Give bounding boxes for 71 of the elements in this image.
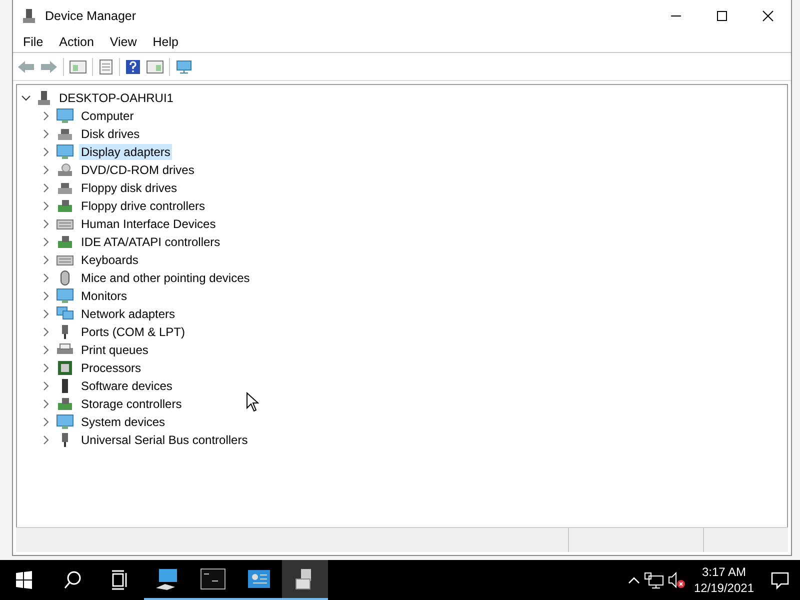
tree-item[interactable]: Software devices bbox=[79, 378, 174, 394]
tree-item[interactable]: Ports (COM & LPT) bbox=[79, 324, 188, 340]
mouse-pointer-icon bbox=[246, 392, 259, 412]
expand-chevron-icon[interactable] bbox=[41, 129, 51, 139]
expand-chevron-icon[interactable] bbox=[41, 345, 51, 355]
tree-item[interactable]: Processors bbox=[79, 360, 144, 376]
tree-item[interactable]: Network adapters bbox=[79, 306, 178, 322]
monitor-icon bbox=[56, 414, 74, 430]
expand-chevron-icon[interactable] bbox=[41, 327, 51, 337]
clock-date[interactable]: 12/19/2021 bbox=[694, 580, 754, 596]
menu-item[interactable]: Action bbox=[53, 34, 100, 48]
properties-icon[interactable] bbox=[98, 58, 114, 74]
expand-chevron-icon[interactable] bbox=[41, 435, 51, 445]
disc-drive-icon bbox=[56, 162, 74, 178]
drive-icon bbox=[56, 126, 74, 142]
monitor-icon bbox=[56, 108, 74, 124]
menu-item[interactable]: Help bbox=[146, 34, 184, 48]
menu-item[interactable]: File bbox=[17, 34, 50, 48]
tree-item[interactable]: Human Interface Devices bbox=[79, 216, 218, 232]
expand-chevron-icon[interactable] bbox=[41, 111, 51, 121]
tree-item[interactable]: Display adapters bbox=[79, 144, 172, 160]
help-icon[interactable] bbox=[125, 58, 141, 74]
taskbar-app[interactable] bbox=[282, 560, 328, 600]
action-pane-icon[interactable] bbox=[146, 58, 164, 74]
expand-chevron-icon[interactable] bbox=[41, 255, 51, 265]
expand-chevron-icon[interactable] bbox=[41, 399, 51, 409]
tree-item[interactable]: Mice and other pointing devices bbox=[79, 270, 252, 286]
tree-item[interactable]: Universal Serial Bus controllers bbox=[79, 432, 250, 448]
expand-chevron-icon[interactable] bbox=[41, 309, 51, 319]
tree-item[interactable]: Monitors bbox=[79, 288, 130, 304]
console-tree-icon[interactable] bbox=[69, 58, 87, 74]
tree-item[interactable]: System devices bbox=[79, 414, 168, 430]
tree-item[interactable]: DESKTOP-OAHRUI1 bbox=[57, 90, 176, 106]
expand-chevron-icon[interactable] bbox=[41, 201, 51, 211]
network-icon bbox=[56, 306, 74, 322]
tree-item[interactable]: Disk drives bbox=[79, 126, 142, 142]
expand-chevron-icon[interactable] bbox=[41, 183, 51, 193]
circuit-board-icon bbox=[56, 198, 74, 214]
command-prompt-icon bbox=[200, 568, 226, 590]
collapse-chevron-icon[interactable] bbox=[21, 93, 31, 103]
expand-chevron-icon[interactable] bbox=[41, 417, 51, 427]
computer-tower-icon bbox=[36, 90, 52, 106]
tree-item[interactable]: IDE ATA/ATAPI controllers bbox=[79, 234, 222, 250]
clock-time[interactable]: 3:17 AM bbox=[702, 564, 746, 580]
tree-item[interactable]: Computer bbox=[79, 108, 136, 124]
expand-chevron-icon[interactable] bbox=[41, 165, 51, 175]
tree-item[interactable]: Print queues bbox=[79, 342, 150, 358]
circuit-board-icon bbox=[56, 234, 74, 250]
drive-icon bbox=[56, 180, 74, 196]
expand-chevron-icon[interactable] bbox=[41, 147, 51, 157]
control-panel-icon bbox=[247, 568, 271, 590]
computer-tower-icon bbox=[21, 8, 37, 24]
window-title: Device Manager bbox=[45, 8, 136, 22]
tree-item[interactable]: Storage controllers bbox=[79, 396, 184, 412]
expand-chevron-icon[interactable] bbox=[41, 291, 51, 301]
monitor-icon bbox=[56, 288, 74, 304]
tree-item[interactable]: Keyboards bbox=[79, 252, 140, 268]
expand-chevron-icon[interactable] bbox=[41, 237, 51, 247]
monitor-icon bbox=[56, 144, 74, 160]
tree-item[interactable]: Floppy disk drives bbox=[79, 180, 180, 196]
chip-icon bbox=[56, 360, 74, 376]
tree-item[interactable]: Floppy drive controllers bbox=[79, 198, 208, 214]
expand-chevron-icon[interactable] bbox=[41, 219, 51, 229]
circuit-board-icon bbox=[56, 396, 74, 412]
monitor-icon[interactable] bbox=[175, 58, 193, 74]
tree-item[interactable]: DVD/CD-ROM drives bbox=[79, 162, 196, 178]
menu-item[interactable]: View bbox=[104, 34, 143, 48]
expand-chevron-icon[interactable] bbox=[41, 273, 51, 283]
expand-chevron-icon[interactable] bbox=[41, 363, 51, 373]
expand-chevron-icon[interactable] bbox=[41, 381, 51, 391]
computer-icon bbox=[155, 568, 179, 590]
